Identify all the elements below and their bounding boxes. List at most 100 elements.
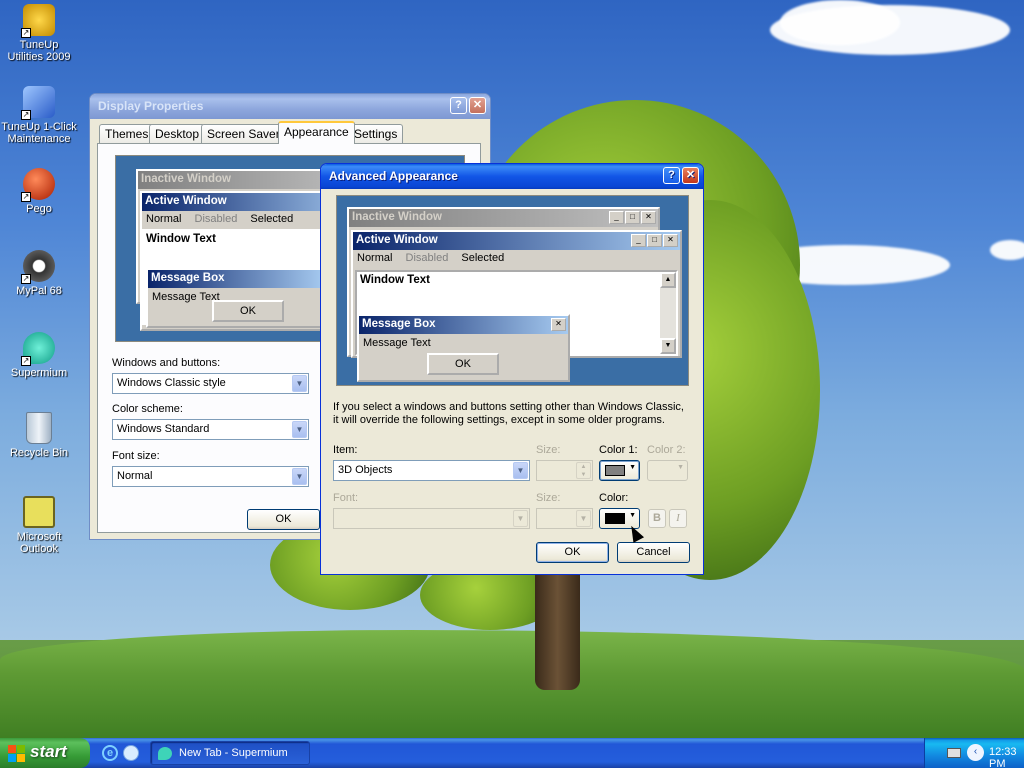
font-size-select[interactable]: ▼ — [536, 508, 593, 529]
desktop-icon-tuneup-utilities[interactable]: ↗ TuneUp Utilities 2009 — [1, 4, 77, 63]
desktop-icon-supermium[interactable]: ↗ Supermium — [1, 332, 77, 379]
color2-picker[interactable]: ▼ — [647, 460, 688, 481]
hills — [0, 630, 1024, 740]
desktop-icon-outlook[interactable]: Microsoft Outlook — [1, 496, 77, 555]
desktop-icon-recycle-bin[interactable]: Recycle Bin — [1, 412, 77, 459]
keyboard-icon[interactable] — [947, 748, 961, 758]
font-color-label: Color: — [599, 492, 629, 504]
windows-flag-icon — [8, 745, 25, 762]
desktop-icon-label: TuneUp 1-Click Maintenance — [1, 121, 77, 145]
taskbar-item-label: New Tab - Supermium — [179, 747, 288, 759]
font-size-select[interactable]: Normal ▼ — [112, 466, 309, 487]
close-button[interactable]: ✕ — [682, 167, 699, 184]
help-button[interactable]: ? — [663, 167, 680, 184]
desktop-icon-label: MyPal 68 — [16, 285, 62, 297]
menu-selected: Selected — [461, 252, 505, 264]
italic-button[interactable]: I — [669, 509, 687, 528]
chevron-down-icon[interactable]: ▼ — [292, 375, 307, 392]
color1-label: Color 1: — [599, 444, 638, 456]
menu-normal: Normal — [146, 213, 182, 225]
preview-ok-button: OK — [427, 353, 499, 375]
chevron-down-icon: ▼ — [629, 464, 636, 471]
cloud — [990, 240, 1024, 260]
size-label: Size: — [536, 444, 561, 456]
advanced-appearance-titlebar[interactable]: Advanced Appearance ? ✕ — [321, 164, 703, 189]
menu-disabled: Disabled — [405, 252, 449, 264]
tab-desktop[interactable]: Desktop — [149, 124, 206, 143]
outlook-icon — [23, 496, 55, 528]
desktop-icon-label: Pego — [26, 203, 52, 215]
clock[interactable]: 12:33 PM — [989, 746, 1024, 768]
desktop-icon-pego[interactable]: ↗ Pego — [1, 168, 77, 215]
font-label: Font: — [333, 492, 359, 504]
tuneup-utilities-icon: ↗ — [21, 4, 55, 38]
quicklaunch-icon[interactable] — [123, 745, 139, 761]
display-properties-titlebar[interactable]: Display Properties ? ✕ — [90, 94, 490, 119]
chevron-down-icon: ▼ — [677, 464, 684, 471]
windows-buttons-select[interactable]: Windows Classic style ▼ — [112, 373, 309, 394]
recycle-bin-icon — [26, 412, 52, 444]
tray-expand-icon[interactable]: ‹ — [967, 744, 984, 761]
chevron-down-icon[interactable]: ▼ — [292, 421, 307, 438]
tab-settings[interactable]: Settings — [348, 124, 404, 143]
preview-message-box: Message Box Message Text OK — [146, 268, 326, 328]
info-text-line2: it will override the following settings,… — [333, 414, 665, 426]
color1-picker[interactable]: ▼ — [599, 460, 640, 481]
start-button[interactable]: start — [0, 738, 90, 768]
close-icon: ✕ — [551, 318, 566, 331]
font-color-swatch — [605, 513, 625, 524]
mypal-icon: ↗ — [21, 250, 55, 284]
menu-selected: Selected — [250, 213, 294, 225]
windows-buttons-value: Windows Classic style — [117, 377, 226, 389]
preview-msgbox-title: Message Box — [148, 270, 324, 288]
maximize-icon: □ — [625, 211, 640, 224]
color-scheme-label: Color scheme: — [112, 403, 183, 415]
chevron-down-icon[interactable]: ▼ — [513, 462, 528, 479]
cloud — [780, 0, 900, 45]
bold-button[interactable]: B — [648, 509, 666, 528]
preview-ok-button: OK — [212, 300, 284, 322]
pego-icon: ↗ — [21, 168, 55, 202]
desktop-icon-mypal[interactable]: ↗ MyPal 68 — [1, 250, 77, 297]
preview-window-text: Window Text — [360, 274, 430, 286]
display-ok-button[interactable]: OK — [247, 509, 320, 530]
menu-normal: Normal — [357, 252, 393, 264]
desktop-icon-tuneup-maintenance[interactable]: ↗ TuneUp 1-Click Maintenance — [1, 86, 77, 145]
help-button[interactable]: ? — [450, 97, 467, 114]
chevron-down-icon[interactable]: ▼ — [292, 468, 307, 485]
close-button[interactable]: ✕ — [469, 97, 486, 114]
cancel-button[interactable]: Cancel — [617, 542, 690, 563]
spinner-arrows-icon[interactable]: ▲ ▼ — [576, 462, 591, 479]
start-label: start — [30, 742, 67, 761]
supermium-icon: ↗ — [21, 332, 55, 366]
chevron-down-icon: ▼ — [629, 512, 636, 519]
size-spinner[interactable]: ▲ ▼ — [536, 460, 593, 481]
font-size-value: Normal — [117, 470, 153, 482]
window-title: Advanced Appearance — [329, 169, 458, 183]
advanced-appearance-window[interactable]: Advanced Appearance ? ✕ Inactive Window … — [320, 163, 704, 575]
color2-label: Color 2: — [647, 444, 686, 456]
color1-swatch — [605, 465, 625, 476]
system-tray: ‹ 12:33 PM — [924, 738, 1024, 768]
tab-appearance[interactable]: Appearance — [278, 121, 355, 144]
taskbar: start e New Tab - Supermium ‹ 12:33 PM — [0, 738, 1024, 768]
taskbar-item-supermium[interactable]: New Tab - Supermium — [150, 741, 310, 765]
advanced-preview: Inactive Window _ □ ✕ Active Window _ □ … — [336, 195, 689, 386]
item-select[interactable]: 3D Objects ▼ — [333, 460, 530, 481]
windows-buttons-label: Windows and buttons: — [112, 357, 221, 369]
tab-themes[interactable]: Themes — [99, 124, 155, 143]
chevron-down-icon[interactable]: ▼ — [513, 510, 528, 527]
font-select[interactable]: ▼ — [333, 508, 530, 529]
color-scheme-select[interactable]: Windows Standard ▼ — [112, 419, 309, 440]
tab-screen-saver[interactable]: Screen Saver — [201, 124, 286, 143]
minimize-icon: _ — [609, 211, 624, 224]
scroll-down-icon: ▼ — [660, 338, 676, 354]
preview-scrollbar: ▲ ▼ — [660, 272, 676, 354]
desktop-icon-label: Supermium — [10, 367, 68, 379]
preview-msgbox-title: Message Box — [359, 316, 568, 334]
desktop-icon-label: Microsoft Outlook — [16, 531, 62, 555]
ok-button[interactable]: OK — [536, 542, 609, 563]
internet-explorer-icon[interactable]: e — [102, 745, 118, 761]
maximize-icon: □ — [647, 234, 662, 247]
chevron-down-icon[interactable]: ▼ — [576, 510, 591, 527]
